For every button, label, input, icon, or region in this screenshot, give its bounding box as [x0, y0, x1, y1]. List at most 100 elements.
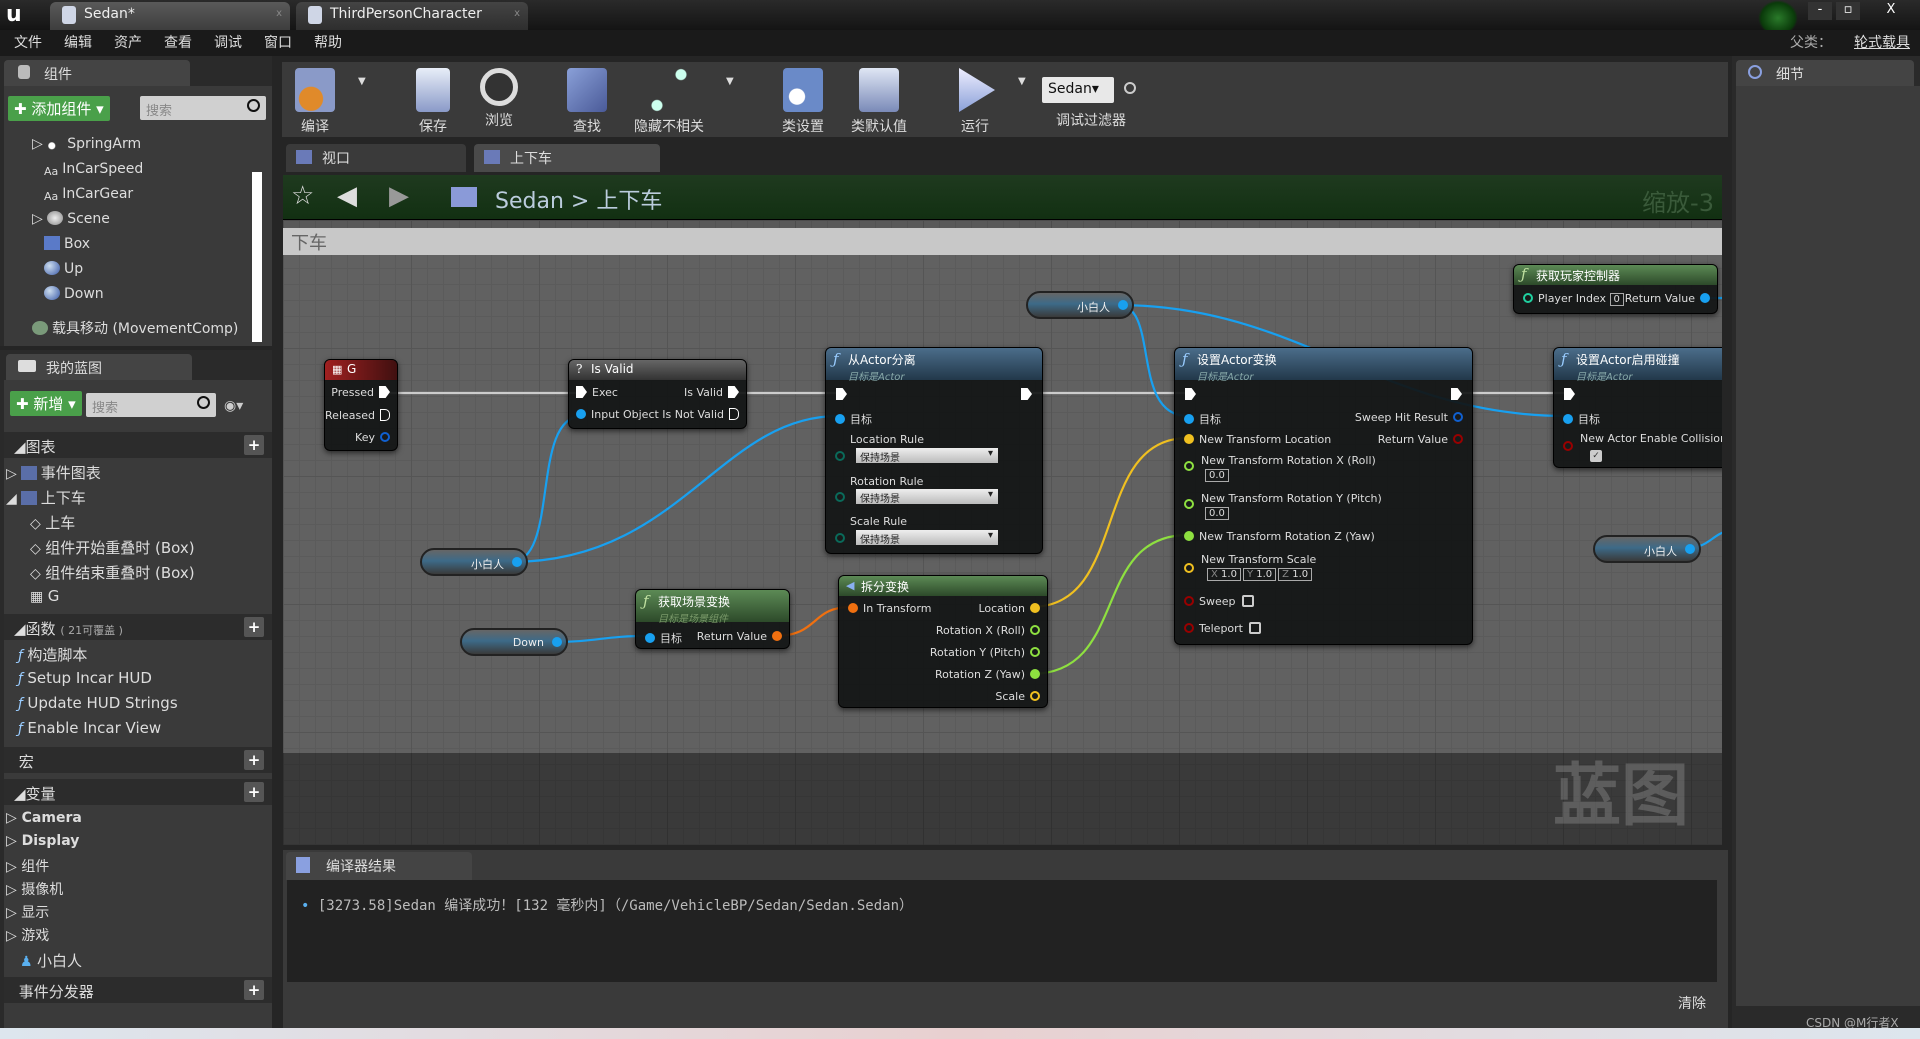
node-detach-from-actor[interactable]: ƒ 从Actor分离 目标是Actor 目标 Location Rule 保持场景 …: [825, 347, 1043, 554]
object-pin[interactable]: [835, 414, 845, 424]
object-pin[interactable]: [1184, 414, 1194, 424]
player-index-input[interactable]: 0: [1609, 293, 1624, 306]
tab-components[interactable]: 组件: [4, 60, 190, 86]
tree-item-incargear[interactable]: Aa InCarGear: [44, 186, 133, 204]
object-pin[interactable]: [512, 557, 522, 567]
sweep-checkbox[interactable]: [1241, 595, 1254, 607]
variable-group[interactable]: ▷ Camera: [6, 810, 82, 826]
clear-button[interactable]: 清除: [1678, 993, 1706, 1013]
node-is-valid[interactable]: ? Is Valid Exec Is Valid Input Object Is …: [568, 359, 747, 429]
hide-unrelated-button[interactable]: 隐藏不相关: [624, 62, 714, 136]
exec-pin[interactable]: [379, 386, 390, 398]
exec-pin[interactable]: [1021, 388, 1032, 400]
float-pin[interactable]: [1030, 647, 1040, 657]
back-arrow-icon[interactable]: ◀: [337, 181, 357, 211]
class-settings-button[interactable]: 类设置: [770, 62, 836, 136]
exec-pin[interactable]: [380, 409, 390, 421]
section-graphs[interactable]: ◢图表 +: [4, 432, 272, 458]
vector-pin[interactable]: [1030, 603, 1040, 613]
forward-arrow-icon[interactable]: ▶: [389, 181, 409, 211]
object-pin[interactable]: [645, 633, 655, 643]
exec-pin[interactable]: [729, 408, 739, 420]
blueprint-graph-canvas[interactable]: 下车 蓝图 ▦ G Pressed Released Key ? Is Valid …: [283, 220, 1722, 845]
float-pin[interactable]: [1184, 461, 1194, 471]
bool-pin[interactable]: [1184, 623, 1194, 633]
int-pin[interactable]: [1523, 293, 1533, 303]
float-pin[interactable]: [1184, 499, 1194, 509]
components-scrollbar[interactable]: [252, 172, 262, 342]
enable-collision-checkbox[interactable]: ✓: [1590, 450, 1602, 462]
event-item[interactable]: ▦ G: [30, 587, 59, 605]
vector-pin[interactable]: [1184, 434, 1194, 444]
exec-pin[interactable]: [836, 388, 847, 400]
play-button[interactable]: 运行: [942, 62, 1008, 136]
enum-pin[interactable]: [835, 533, 845, 543]
rotation-y-input[interactable]: 0.0: [1205, 507, 1229, 520]
close-icon[interactable]: x: [514, 8, 520, 19]
section-macros[interactable]: 宏 +: [4, 747, 272, 773]
compile-options-dropdown[interactable]: ▼: [358, 76, 366, 87]
exec-pin[interactable]: [1451, 388, 1462, 400]
float-pin[interactable]: [1030, 625, 1040, 635]
tree-item-scene[interactable]: ▷ Scene: [32, 211, 110, 227]
tab-shangxiache[interactable]: 上下车: [474, 144, 660, 172]
struct-pin[interactable]: [380, 432, 390, 442]
add-variable-button[interactable]: +: [244, 782, 264, 802]
struct-pin[interactable]: [1453, 412, 1463, 422]
menu-window[interactable]: 窗口: [264, 30, 292, 56]
object-pin[interactable]: [552, 637, 562, 647]
node-set-actor-transform[interactable]: ƒ 设置Actor变换 目标是Actor 目标 Sweep Hit Result N…: [1174, 347, 1473, 645]
class-defaults-button[interactable]: 类默认值: [842, 62, 916, 136]
close-button[interactable]: X: [1876, 2, 1906, 20]
compile-button[interactable]: 编译: [282, 62, 348, 136]
exec-pin[interactable]: [576, 386, 587, 398]
browse-button[interactable]: 浏览: [466, 62, 532, 130]
variable-group[interactable]: ▷ Display: [6, 833, 79, 849]
exec-pin[interactable]: [1564, 388, 1575, 400]
hide-unrelated-dropdown[interactable]: ▼: [726, 76, 734, 87]
graph-item-shangxiache[interactable]: ◢ 上下车: [6, 487, 86, 508]
object-pin[interactable]: [1563, 414, 1573, 424]
menu-debug[interactable]: 调试: [214, 30, 242, 56]
float-pin[interactable]: [1184, 531, 1194, 541]
section-variables[interactable]: ◢变量 +: [4, 779, 272, 805]
node-break-transform[interactable]: ◀ 拆分变换 In Transform Location Rotation X (…: [838, 575, 1048, 708]
tree-item-down[interactable]: Down: [44, 286, 104, 302]
variable-node-xiaobairen[interactable]: 小白人: [1593, 535, 1701, 563]
menu-help[interactable]: 帮助: [314, 30, 342, 56]
tree-item-incarspeed[interactable]: Aa InCarSpeed: [44, 161, 143, 179]
graph-item-event-graph[interactable]: ▷ 事件图表: [6, 462, 101, 483]
float-pin[interactable]: [1030, 669, 1040, 679]
tree-item-movement[interactable]: 载具移动 (MovementComp): [32, 318, 238, 338]
node-get-world-transform[interactable]: ƒ 获取场景变换 目标是场景组件 目标 Return Value: [635, 589, 790, 649]
location-rule-select[interactable]: 保持场景: [856, 448, 998, 464]
node-key-g[interactable]: ▦ G Pressed Released Key: [324, 359, 398, 451]
find-button[interactable]: 查找: [554, 62, 620, 136]
close-icon[interactable]: x: [276, 8, 282, 19]
transform-pin[interactable]: [772, 631, 782, 641]
blueprint-search-input[interactable]: 搜索: [86, 393, 216, 417]
scale-z-input[interactable]: Z 1.0: [1278, 568, 1313, 581]
teleport-checkbox[interactable]: [1249, 622, 1261, 634]
bool-pin[interactable]: [1563, 441, 1573, 451]
exec-pin[interactable]: [1185, 388, 1196, 400]
variable-node-down[interactable]: Down: [460, 628, 568, 656]
transform-pin[interactable]: [848, 603, 858, 613]
function-item[interactable]: ƒ Update HUD Strings: [18, 694, 178, 712]
object-pin[interactable]: [1118, 300, 1128, 310]
maximize-button[interactable]: ▫: [1836, 2, 1860, 20]
function-item[interactable]: ƒ Enable Incar View: [18, 719, 161, 737]
vector-pin[interactable]: [1030, 691, 1040, 701]
variable-group[interactable]: ▷ 摄像机: [6, 879, 63, 899]
variable-group[interactable]: ▷ 游戏: [6, 925, 49, 945]
add-macro-button[interactable]: +: [244, 750, 264, 770]
variable-node-xiaobairen[interactable]: 小白人: [420, 548, 528, 576]
view-options-eye-icon[interactable]: ◉▾: [224, 398, 243, 414]
section-event-dispatchers[interactable]: 事件分发器 +: [4, 977, 272, 1003]
add-component-button[interactable]: ✚ 添加组件 ▾: [8, 96, 110, 121]
event-item[interactable]: ◇ 组件开始重叠时 (Box): [30, 537, 195, 558]
add-dispatcher-button[interactable]: +: [244, 980, 264, 1000]
breadcrumb-root[interactable]: Sedan: [495, 189, 564, 214]
components-search-input[interactable]: 搜索: [140, 96, 266, 120]
exec-pin[interactable]: [728, 386, 739, 398]
